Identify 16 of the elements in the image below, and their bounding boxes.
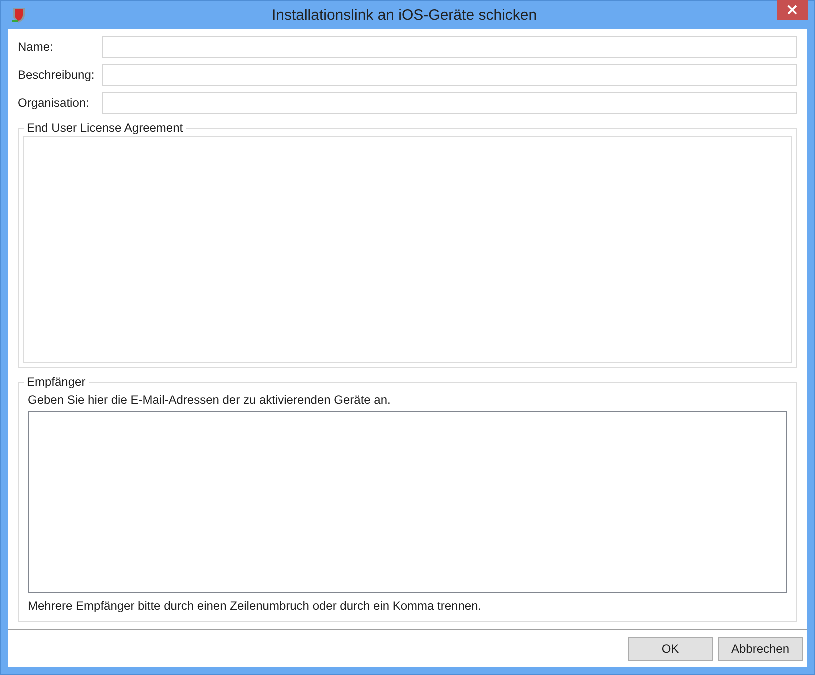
cancel-button[interactable]: Abbrechen bbox=[718, 636, 803, 660]
input-field[interactable] bbox=[102, 36, 797, 58]
recipients-field[interactable] bbox=[28, 411, 787, 593]
field-label: Organisation: bbox=[18, 96, 90, 110]
group-title: End User License Agreement bbox=[24, 121, 186, 135]
group-title: Empfänger bbox=[24, 375, 89, 389]
shield-icon bbox=[10, 6, 28, 24]
hint-text: Mehrere Empfänger bitte durch einen Zeilenumbruch oder durch ein Komma trennen. bbox=[27, 598, 483, 614]
close-button[interactable]: × bbox=[777, 0, 808, 20]
instruction-text: Geben Sie hier die E-Mail-Adressen der zu aktivierenden Geräte an. bbox=[27, 392, 392, 409]
input-field[interactable] bbox=[102, 64, 797, 86]
ok-button[interactable]: OK bbox=[628, 636, 713, 660]
window-title: Installationslink an iOS-Geräte schicken bbox=[270, 6, 538, 24]
field-label: Name: bbox=[18, 40, 54, 54]
field-label: Beschreibung: bbox=[18, 68, 96, 82]
input-field[interactable] bbox=[102, 92, 797, 114]
